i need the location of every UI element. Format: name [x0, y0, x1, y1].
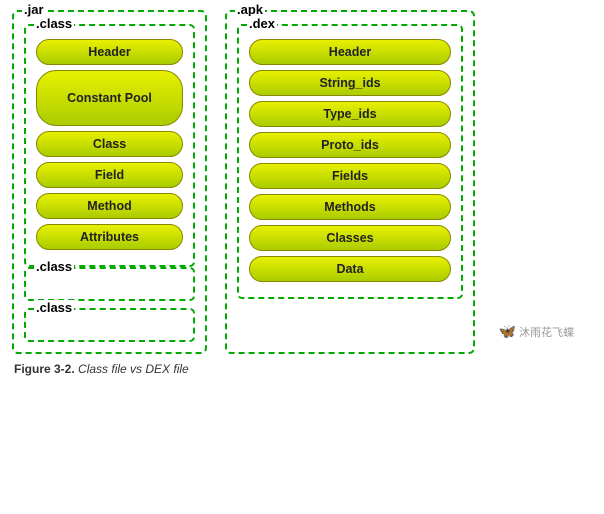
jar-header-pill: Header — [36, 39, 183, 65]
jar-attributes-pill: Attributes — [36, 224, 183, 250]
dex-proto-ids-pill: Proto_ids — [249, 132, 451, 158]
dex-classes-pill: Classes — [249, 225, 451, 251]
watermark: 🦋 沐雨花飞蝶 — [499, 323, 574, 340]
dex-type-ids-pill: Type_ids — [249, 101, 451, 127]
jar-field-pill: Field — [36, 162, 183, 188]
jar-class-small-2: .class — [24, 308, 195, 342]
figure-caption: Figure 3-2. Class file vs DEX file — [12, 362, 592, 376]
figure-text: Class file vs DEX file — [78, 362, 189, 376]
page-wrapper: .jar .class Header Constant Pool Class F… — [12, 10, 592, 376]
jar-label: .jar — [22, 2, 46, 17]
jar-class-inner-label: .class — [34, 16, 74, 31]
dex-header-pill: Header — [249, 39, 451, 65]
jar-outer-box: .jar .class Header Constant Pool Class F… — [12, 10, 207, 354]
dex-fields-pill: Fields — [249, 163, 451, 189]
watermark-icon: 🦋 — [499, 323, 516, 340]
jar-class-inner-box: .class Header Constant Pool Class Field … — [24, 24, 195, 267]
figure-label: Figure 3-2. — [14, 362, 75, 376]
jar-class-small-1: .class — [24, 267, 195, 301]
dex-string-ids-pill: String_ids — [249, 70, 451, 96]
jar-class-pill: Class — [36, 131, 183, 157]
jar-constant-pool-pill: Constant Pool — [36, 70, 183, 126]
watermark-text: 沐雨花飞蝶 — [519, 324, 574, 340]
apk-label: .apk — [235, 2, 265, 17]
dex-methods-pill: Methods — [249, 194, 451, 220]
jar-class-small-1-label: .class — [34, 259, 74, 274]
dex-inner-box: .dex Header String_ids Type_ids Proto_id… — [237, 24, 463, 299]
dex-inner-label: .dex — [247, 16, 277, 31]
apk-outer-box: .apk .dex Header String_ids Type_ids Pro… — [225, 10, 475, 354]
dex-data-pill: Data — [249, 256, 451, 282]
jar-container: .jar .class Header Constant Pool Class F… — [12, 10, 207, 354]
apk-container: .apk .dex Header String_ids Type_ids Pro… — [225, 10, 485, 354]
jar-method-pill: Method — [36, 193, 183, 219]
diagram-area: .jar .class Header Constant Pool Class F… — [12, 10, 592, 354]
jar-class-small-2-label: .class — [34, 300, 74, 315]
